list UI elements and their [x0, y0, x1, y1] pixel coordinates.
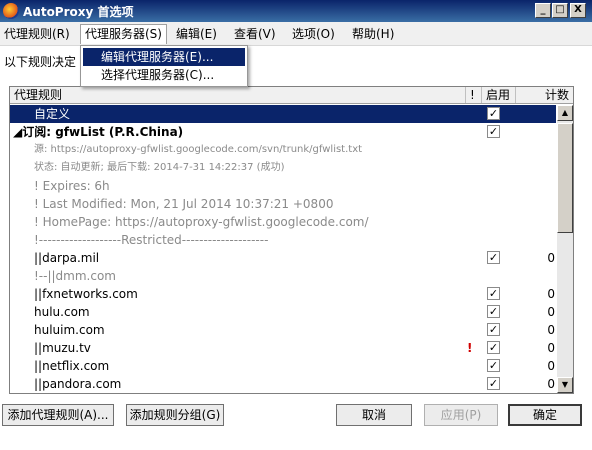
apply-button[interactable]: 应用(P) — [424, 404, 498, 426]
menu-bar: 代理规则(R) 代理服务器(S) 编辑(E) 查看(V) 选项(O) 帮助(H) — [0, 22, 592, 46]
rule-text: 状态: 自动更新; 最后下载: 2014-7-31 14:22:37 (成功) — [34, 162, 285, 173]
hit-count: 0 — [547, 323, 555, 337]
rule-text: ||fxnetworks.com — [34, 287, 138, 301]
hit-count: 0 — [547, 377, 555, 391]
rule-row[interactable]: ||fxnetworks.com ✓ 0 — [10, 285, 556, 303]
enabled-checkbox[interactable]: ✓ — [487, 287, 500, 300]
rule-text: !--||dmm.com — [34, 269, 116, 283]
rule-row[interactable]: ! Expires: 6h — [10, 177, 556, 195]
rule-row[interactable]: !--||dmm.com — [10, 267, 556, 285]
vertical-scrollbar[interactable]: ▲ ▼ — [557, 105, 573, 393]
hit-count: 0 — [547, 251, 555, 265]
hit-count: 0 — [547, 359, 555, 373]
rule-row[interactable]: ◢订阅: gfwList (P.R.China) ✓ — [10, 123, 556, 141]
rule-text: huluim.com — [34, 323, 105, 337]
ok-button[interactable]: 确定 — [508, 404, 582, 426]
rule-row[interactable]: ! HomePage: https://autoproxy-gfwlist.go… — [10, 213, 556, 231]
scroll-thumb[interactable] — [557, 123, 573, 233]
rule-text: ||darpa.mil — [34, 251, 100, 265]
rules-list[interactable]: 代理规则 ! 启用 计数 自定义 ✓ ◢订阅: gfwList (P.R.China… — [9, 86, 574, 394]
add-rule-button[interactable]: 添加代理规则(A)... — [2, 404, 114, 426]
rule-row[interactable]: !-------------------Restricted----------… — [10, 231, 556, 249]
rule-row[interactable]: ! Last Modified: Mon, 21 Jul 2014 10:37:… — [10, 195, 556, 213]
column-warn[interactable]: ! — [466, 87, 482, 103]
rule-text: hulu.com — [34, 305, 90, 319]
enabled-checkbox[interactable]: ✓ — [487, 323, 500, 336]
title-bar: AutoProxy 首选项 _ □ X — [0, 0, 592, 22]
rule-text: ◢订阅: gfwList (P.R.China) — [13, 125, 184, 139]
cancel-button[interactable]: 取消 — [336, 404, 412, 426]
proxy-servers-dropdown: 编辑代理服务器(E)... 选择代理服务器(C)... — [80, 45, 248, 87]
enabled-checkbox[interactable]: ✓ — [487, 359, 500, 372]
rule-row[interactable]: hulu.com ✓ 0 — [10, 303, 556, 321]
enabled-checkbox[interactable]: ✓ — [487, 341, 500, 354]
rule-text: ! HomePage: https://autoproxy-gfwlist.go… — [34, 215, 369, 229]
rule-row[interactable]: ||pandora.com ✓ 0 — [10, 375, 556, 393]
rule-text: ||pandora.com — [34, 377, 122, 391]
rule-text: ||netflix.com — [34, 359, 110, 373]
rule-text: ! Last Modified: Mon, 21 Jul 2014 10:37:… — [34, 197, 334, 211]
scroll-up-icon[interactable]: ▲ — [557, 105, 573, 121]
enabled-checkbox[interactable]: ✓ — [487, 377, 500, 390]
rule-row[interactable]: ||netflix.com ✓ 0 — [10, 357, 556, 375]
enabled-checkbox[interactable]: ✓ — [487, 305, 500, 318]
column-count[interactable]: 计数 — [516, 87, 573, 103]
rule-row[interactable]: ||muzu.tv! ✓ 0 — [10, 339, 556, 357]
rule-text: 源: https://autoproxy-gfwlist.googlecode.… — [34, 144, 363, 155]
scroll-down-icon[interactable]: ▼ — [557, 377, 573, 393]
rule-text: ||muzu.tv — [34, 341, 91, 355]
menu-help[interactable]: 帮助(H) — [348, 24, 398, 44]
rule-text: 自定义 — [34, 107, 71, 121]
edit-proxy-server-item[interactable]: 编辑代理服务器(E)... — [83, 48, 245, 66]
enabled-checkbox[interactable]: ✓ — [487, 251, 500, 264]
enabled-checkbox[interactable]: ✓ — [487, 107, 500, 120]
description-label: 以下规则决定 — [4, 55, 77, 69]
menu-options[interactable]: 选项(O) — [288, 24, 339, 44]
menu-proxy-servers[interactable]: 代理服务器(S) — [80, 24, 167, 44]
window-title: AutoProxy 首选项 — [23, 5, 134, 19]
minimize-button[interactable]: _ — [535, 3, 551, 18]
select-proxy-server-item[interactable]: 选择代理服务器(C)... — [83, 66, 245, 84]
menu-view[interactable]: 查看(V) — [230, 24, 280, 44]
firefox-icon — [3, 3, 19, 19]
column-enabled[interactable]: 启用 — [482, 87, 516, 103]
close-button[interactable]: X — [570, 3, 586, 18]
enabled-checkbox[interactable]: ✓ — [487, 125, 500, 138]
hit-count: 0 — [547, 287, 555, 301]
rule-row[interactable]: 源: https://autoproxy-gfwlist.googlecode.… — [10, 141, 556, 159]
hit-count: 0 — [547, 305, 555, 319]
rule-row[interactable]: 自定义 ✓ — [10, 105, 556, 123]
rule-row[interactable]: 状态: 自动更新; 最后下载: 2014-7-31 14:22:37 (成功) — [10, 159, 556, 177]
maximize-button[interactable]: □ — [552, 3, 568, 18]
hit-count: 0 — [547, 341, 555, 355]
rule-text: !-------------------Restricted----------… — [34, 233, 269, 247]
column-rule[interactable]: 代理规则 — [10, 87, 466, 103]
add-group-button[interactable]: 添加规则分组(G) — [126, 404, 224, 426]
list-header: 代理规则 ! 启用 计数 — [10, 87, 573, 104]
menu-rules[interactable]: 代理规则(R) — [0, 24, 74, 44]
menu-edit[interactable]: 编辑(E) — [172, 24, 221, 44]
rule-row[interactable]: huluim.com ✓ 0 — [10, 321, 556, 339]
rule-row[interactable]: ||darpa.mil ✓ 0 — [10, 249, 556, 267]
warning-icon: ! — [467, 341, 473, 355]
rule-text: ! Expires: 6h — [34, 179, 110, 193]
